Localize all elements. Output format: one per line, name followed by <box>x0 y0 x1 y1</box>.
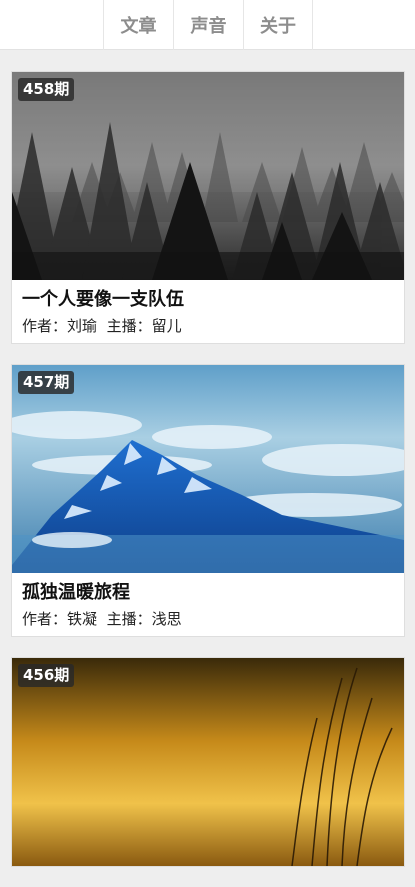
episode-card[interactable]: 458期 一个人要像一支队伍 作者：刘瑜 主播：留儿 <box>11 71 405 344</box>
author-name: 铁凝 <box>67 610 98 628</box>
issue-badge: 457期 <box>18 371 75 394</box>
episode-title: 孤独温暖旅程 <box>22 582 130 603</box>
host-label: 主播： <box>106 317 152 335</box>
host-name: 留儿 <box>151 317 182 335</box>
cover-image-misty-forest: 458期 <box>12 72 404 280</box>
author-label: 作者： <box>22 317 68 335</box>
host-label: 主播： <box>106 610 152 628</box>
episode-card[interactable]: 457期 孤独温暖旅程 作者：铁凝 主播：浅思 <box>11 364 405 637</box>
episode-title: 一个人要像一支队伍 <box>22 289 184 310</box>
episode-card[interactable]: 456期 <box>11 657 405 867</box>
author-name: 刘瑜 <box>67 317 98 335</box>
author-label: 作者： <box>22 610 68 628</box>
cover-image-blue-mountains: 457期 <box>12 365 404 573</box>
tab-about[interactable]: 关于 <box>243 0 313 50</box>
episode-byline: 作者：铁凝 主播：浅思 <box>22 608 394 630</box>
cover-image-golden-sunset: 456期 <box>12 658 404 866</box>
episode-meta: 孤独温暖旅程 作者：铁凝 主播：浅思 <box>12 573 404 636</box>
episode-byline: 作者：刘瑜 主播：留儿 <box>22 315 394 337</box>
host-name: 浅思 <box>151 610 182 628</box>
tab-bar: 文章 声音 关于 <box>103 0 313 50</box>
tab-audio[interactable]: 声音 <box>173 0 243 50</box>
top-navigation-bar: 文章 声音 关于 <box>0 0 415 50</box>
tab-articles[interactable]: 文章 <box>103 0 173 50</box>
issue-badge: 458期 <box>18 78 75 101</box>
episode-meta: 一个人要像一支队伍 作者：刘瑜 主播：留儿 <box>12 280 404 343</box>
issue-badge: 456期 <box>18 664 75 687</box>
episode-feed: 458期 一个人要像一支队伍 作者：刘瑜 主播：留儿 457期 孤独温暖旅程 作… <box>11 71 405 887</box>
